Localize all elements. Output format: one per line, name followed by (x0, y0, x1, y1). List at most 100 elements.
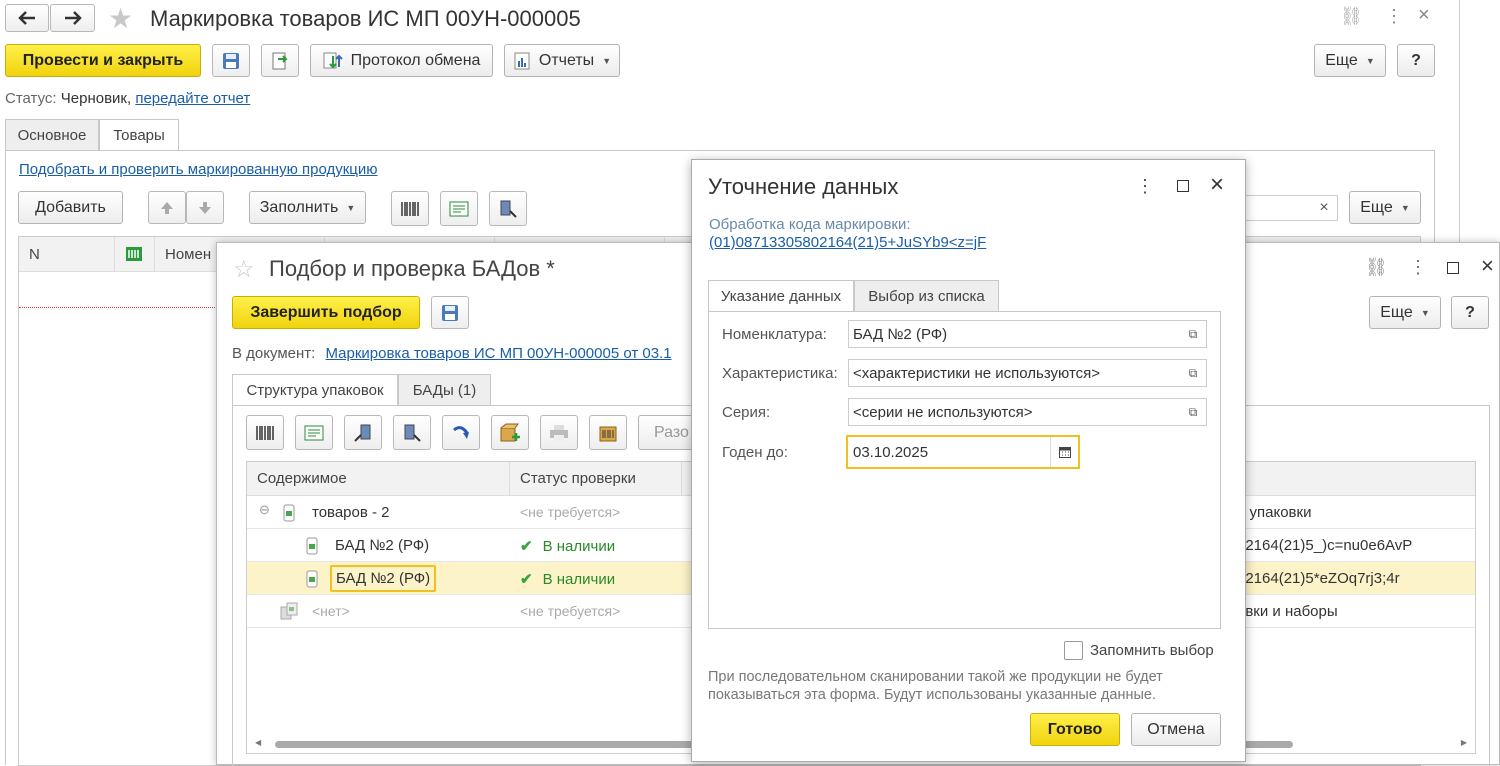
expiry-date-field[interactable]: 03.10.2025 (846, 435, 1080, 469)
arrow-down-icon (199, 201, 211, 214)
row-content[interactable]: БАД №2 (РФ) (330, 565, 437, 592)
barcode-button[interactable] (246, 415, 284, 450)
redo-button[interactable] (442, 415, 480, 450)
box-plus-icon (500, 423, 520, 441)
post-document-button[interactable] (261, 44, 299, 77)
menu-dots-icon[interactable]: ⋮ (1409, 257, 1427, 278)
print-button[interactable] (540, 415, 578, 450)
marking-code-link[interactable]: (01)08713305802164(21)5+JuSYb9<z=jF (709, 234, 986, 251)
tab-supplements[interactable]: БАДы (1) (398, 374, 491, 406)
remember-choice-label[interactable]: Запомнить выбор (1090, 642, 1214, 659)
scanner-button[interactable] (489, 191, 527, 226)
pick-marked-products-link[interactable]: Подобрать и проверить маркированную прод… (19, 161, 378, 178)
remember-choice-checkbox[interactable] (1064, 641, 1083, 660)
open-icon[interactable]: ⧉ (1180, 321, 1206, 347)
maximize-icon[interactable] (1447, 262, 1459, 274)
unpack-label: Разо (654, 423, 689, 441)
send-report-link[interactable]: передайте отчет (135, 90, 250, 107)
tab-main[interactable]: Основное (5, 119, 99, 151)
curved-arrow-icon (453, 425, 469, 439)
nomenclature-field[interactable]: БАД №2 (РФ) ⧉ (848, 320, 1207, 348)
floppy-disk-icon (442, 304, 458, 321)
check-codes-button[interactable] (440, 191, 478, 226)
nomenclature-label: Номенклатура: (722, 326, 827, 343)
hint-text: При последовательном сканировании такой … (708, 668, 1163, 704)
move-down-button[interactable] (186, 191, 224, 224)
col-check-status[interactable]: Статус проверки (510, 462, 682, 495)
more-button[interactable]: Еще ▼ (1314, 44, 1386, 77)
post-and-close-button[interactable]: Провести и закрыть (5, 44, 201, 77)
code-list-button[interactable] (295, 415, 333, 450)
row-status-wrap: ✔ В наличии (520, 570, 615, 588)
clear-icon[interactable]: × (1311, 196, 1337, 220)
more-button-2[interactable]: Еще ▼ (1349, 191, 1421, 224)
close-icon[interactable]: × (1481, 253, 1494, 279)
link-icon[interactable]: ⛓ (1365, 257, 1388, 278)
col-content[interactable]: Содержимое (247, 462, 510, 495)
row-content: БАД №2 (РФ) (335, 537, 430, 554)
favorite-star-icon[interactable]: ★ (108, 2, 133, 35)
package-icon (283, 504, 295, 522)
col-number[interactable]: N (19, 237, 115, 271)
back-button[interactable] (5, 4, 49, 32)
package-barcode-button[interactable] (589, 415, 627, 450)
fill-label: Заполнить (259, 198, 339, 216)
more-button[interactable]: Еще ▼ (1369, 296, 1441, 329)
arrow-right-icon (64, 11, 82, 25)
scroll-left-icon[interactable]: ◀ (255, 738, 261, 747)
tab-specify-data[interactable]: Указание данных (708, 280, 854, 312)
code-list-icon (304, 425, 324, 440)
tab-goods[interactable]: Товары (99, 119, 179, 151)
product-icon (306, 570, 318, 588)
forward-button[interactable] (50, 4, 95, 32)
exchange-log-button[interactable]: Протокол обмена (310, 44, 493, 77)
open-icon[interactable]: ⧉ (1180, 399, 1206, 425)
add-button[interactable]: Добавить (18, 191, 123, 224)
scanner-check-button[interactable] (393, 415, 431, 450)
scanner-icon (500, 200, 517, 218)
open-icon[interactable]: ⧉ (1180, 360, 1206, 386)
close-icon[interactable]: × (1210, 171, 1224, 199)
arrow-left-icon (18, 11, 35, 25)
add-package-button[interactable] (491, 415, 529, 450)
status-label: Статус: (5, 90, 57, 107)
tab-choose-from-list[interactable]: Выбор из списка (854, 280, 999, 312)
save-button[interactable] (431, 296, 469, 329)
done-button[interactable]: Готово (1030, 713, 1120, 746)
menu-dots-icon[interactable]: ⋮ (1136, 176, 1154, 197)
help-button[interactable]: ? (1451, 296, 1489, 329)
box-barcode-icon (599, 426, 617, 441)
search-input[interactable]: × (1240, 195, 1338, 221)
tab-package-structure[interactable]: Структура упаковок (232, 374, 398, 406)
maximize-icon[interactable] (1177, 180, 1189, 192)
fill-button[interactable]: Заполнить ▼ (249, 191, 366, 224)
cancel-button[interactable]: Отмена (1131, 713, 1221, 746)
document-link[interactable]: Маркировка товаров ИС МП 00УН-000005 от … (325, 345, 671, 362)
menu-dots-icon[interactable]: ⋮ (1385, 6, 1403, 27)
favorite-star-icon[interactable]: ☆ (233, 255, 255, 284)
row-right: 02164(21)5_)c=nu0e6AvP (1237, 537, 1413, 554)
close-icon[interactable]: × (1418, 4, 1430, 27)
code-list-icon (449, 201, 469, 216)
series-field[interactable]: <серии не используются> ⧉ (848, 398, 1207, 426)
scan-barcode-button[interactable] (391, 191, 429, 226)
scanner-button[interactable] (344, 415, 382, 450)
finish-picking-button[interactable]: Завершить подбор (232, 296, 420, 329)
expiry-label: Годен до: (722, 444, 788, 461)
row-content: <нет> (312, 603, 350, 619)
dropdown-caret-icon: ▼ (1365, 55, 1375, 66)
save-button[interactable] (212, 44, 250, 77)
dialog-title: Уточнение данных (708, 174, 899, 199)
scroll-right-icon[interactable]: ▶ (1461, 738, 1467, 747)
help-button[interactable]: ? (1397, 44, 1435, 77)
characteristic-field[interactable]: <характеристики не используются> ⧉ (848, 359, 1207, 387)
row-status: <не требуется> (520, 504, 621, 520)
collapse-icon[interactable]: ⊖ (259, 502, 270, 518)
col-marking-icon[interactable] (115, 237, 155, 271)
unpack-button[interactable]: Разо (638, 415, 698, 450)
move-up-button[interactable] (148, 191, 186, 224)
row-right: е упаковки (1237, 504, 1312, 521)
link-icon[interactable]: ⛓ (1340, 6, 1363, 27)
reports-button[interactable]: Отчеты ▼ (504, 44, 620, 77)
calendar-icon[interactable] (1050, 437, 1078, 467)
